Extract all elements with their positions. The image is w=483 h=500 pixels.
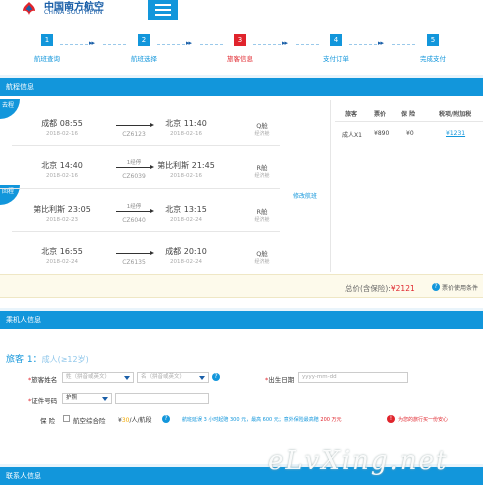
question-icon[interactable]: ? (212, 373, 220, 381)
flight-row: 北京 16:55 2018-02-24 CZ6135 成都 20:10 2018… (41, 247, 270, 266)
insurance-option: 航空综合险 (73, 417, 106, 425)
arrow-right-icon: ▸▸ (186, 39, 192, 47)
passenger-section-header: 乘机人信息 (0, 311, 483, 329)
flight-row: 北京 14:40 2018-02-16 1经停 CZ6039 第比利斯 21:4… (41, 160, 270, 180)
insurance-note: 航班延误 3 小时起赔 300 元，最高 600 元；意外保险最高赔 200 万… (182, 417, 342, 423)
birth-label: *出生日期 (265, 376, 295, 384)
insurance-price: ¥30/人/航段 (118, 417, 152, 424)
flight-row: 成都 08:55 2018-02-16 CZ6123 北京 11:40 2018… (41, 119, 270, 138)
price-table-header: 旅客 票价 保 险 税项/附加税 (335, 104, 483, 122)
id-type-select[interactable]: 护照 (62, 393, 112, 404)
passenger-title: 旅客 1：成人(≥12岁) (6, 355, 89, 365)
passenger-type: 成人(≥12岁) (41, 355, 89, 364)
logo-text-en: CHINA SOUTHERN (44, 9, 103, 16)
surname-input[interactable]: 姓（拼音或英文） (62, 372, 134, 383)
name-label: *旅客姓名 (28, 376, 58, 384)
arrow-right-icon: ▸▸ (282, 39, 288, 47)
flight-section-header: 航程信息 (0, 78, 483, 96)
given-name-input[interactable]: 名（拼音或英文） (137, 372, 209, 383)
chevron-down-icon (199, 376, 205, 380)
total-amount: ¥2121 (390, 284, 415, 293)
chevron-down-icon (124, 376, 130, 380)
logo-icon (23, 2, 35, 15)
flight-row: 第比利斯 23:05 2018-02-23 1经停 CZ6040 北京 13:1… (33, 204, 270, 224)
step-passenger-info: 3 旅客信息 (227, 34, 253, 63)
question-icon[interactable]: ? (432, 283, 440, 291)
change-flight-link[interactable]: 修改航班 (293, 191, 317, 200)
step-payment-done: 5 完成支付 (420, 34, 446, 63)
hamburger-icon[interactable] (148, 0, 178, 20)
chevron-down-icon (102, 397, 108, 401)
id-label: *证件号码 (28, 397, 58, 405)
tax-link[interactable]: ¥1231 (446, 130, 465, 137)
id-number-input[interactable] (115, 393, 209, 404)
fare-rules-link[interactable]: 票价使用条件 (442, 283, 478, 292)
step-pay-order: 4 支付订单 (323, 34, 349, 63)
progress-steps: ▸▸ ▸▸ ▸▸ ▸▸ 1 航班查询 2 航班选择 3 旅客信息 4 支付订单 … (0, 34, 483, 66)
watermark: eLvXing.net (268, 446, 449, 476)
insurance-checkbox[interactable] (63, 415, 70, 422)
arrow-right-icon: ▸▸ (378, 39, 384, 47)
top-header: 中国南方航空 CHINA SOUTHERN (0, 0, 483, 20)
warning-icon: ! (387, 415, 395, 423)
insurance-warning: 为您的旅行买一份安心 (398, 417, 449, 423)
price-table-row: 成人X1 ¥890 ¥0 ¥1231 (342, 130, 466, 139)
step-flight-search[interactable]: 1 航班查询 (17, 34, 77, 63)
total-bar: 总价(含保险):¥2121 ? 票价使用条件 (0, 274, 483, 298)
total-label: 总价(含保险): (345, 284, 391, 293)
question-icon[interactable]: ? (162, 415, 170, 423)
insurance-label: 保 险 (40, 417, 56, 425)
birth-date-input[interactable]: yyyy-mm-dd (298, 372, 408, 383)
arrow-right-icon: ▸▸ (89, 39, 95, 47)
step-flight-select[interactable]: 2 航班选择 (114, 34, 174, 63)
logo[interactable]: 中国南方航空 CHINA SOUTHERN (0, 0, 148, 20)
